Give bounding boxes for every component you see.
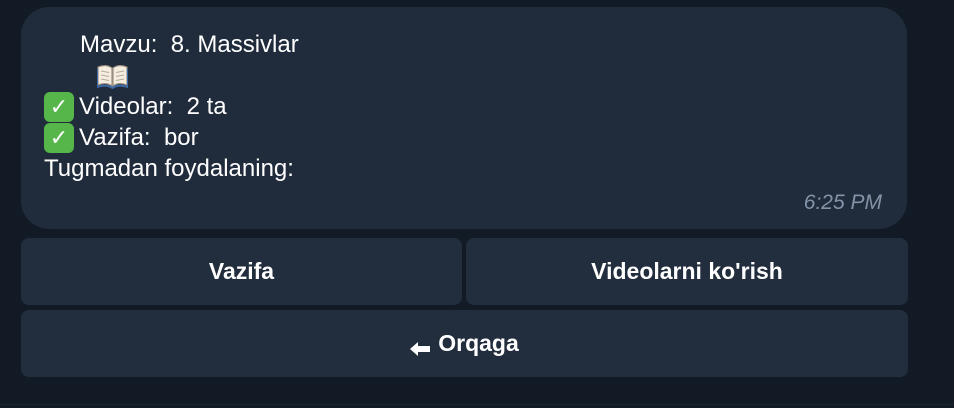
task-line: ✓ Vazifa: bor bbox=[44, 122, 907, 153]
chat-view: Mavzu: 8. Massivlar ✓ Videolar: 2 ta ✓ V… bbox=[0, 0, 954, 408]
left-arrow-icon bbox=[410, 336, 431, 356]
topic-line: Mavzu: 8. Massivlar bbox=[44, 29, 907, 89]
watch-videos-button-label: Videolarni ko'rish bbox=[591, 258, 783, 284]
message-time: 6:25 PM bbox=[803, 191, 882, 214]
topic-value: 8. Massivlar bbox=[170, 31, 299, 58]
open-book-icon bbox=[44, 32, 130, 89]
task-label: Vazifa: bbox=[79, 124, 164, 151]
task-value: bor bbox=[163, 124, 199, 151]
vazifa-button-label: Vazifa bbox=[208, 258, 275, 284]
check-mark-icon: ✓ bbox=[44, 122, 74, 153]
videos-value: 2 ta bbox=[186, 93, 227, 120]
back-button-label: Orqaga bbox=[438, 330, 519, 356]
back-button[interactable]: Orqaga bbox=[21, 310, 908, 377]
videos-line: ✓ Videolar: 2 ta bbox=[44, 91, 907, 122]
prompt-text: Tugmadan foydalaning: bbox=[44, 155, 294, 182]
watch-videos-button[interactable]: Videolarni ko'rish bbox=[466, 238, 908, 305]
vazifa-button[interactable]: Vazifa bbox=[21, 238, 462, 305]
divider bbox=[0, 404, 954, 405]
videos-label: Videolar: bbox=[79, 93, 187, 120]
prompt-line: Tugmadan foydalaning: bbox=[44, 153, 907, 184]
topic-label: Mavzu: bbox=[80, 31, 171, 58]
message-bubble: Mavzu: 8. Massivlar ✓ Videolar: 2 ta ✓ V… bbox=[21, 7, 907, 229]
